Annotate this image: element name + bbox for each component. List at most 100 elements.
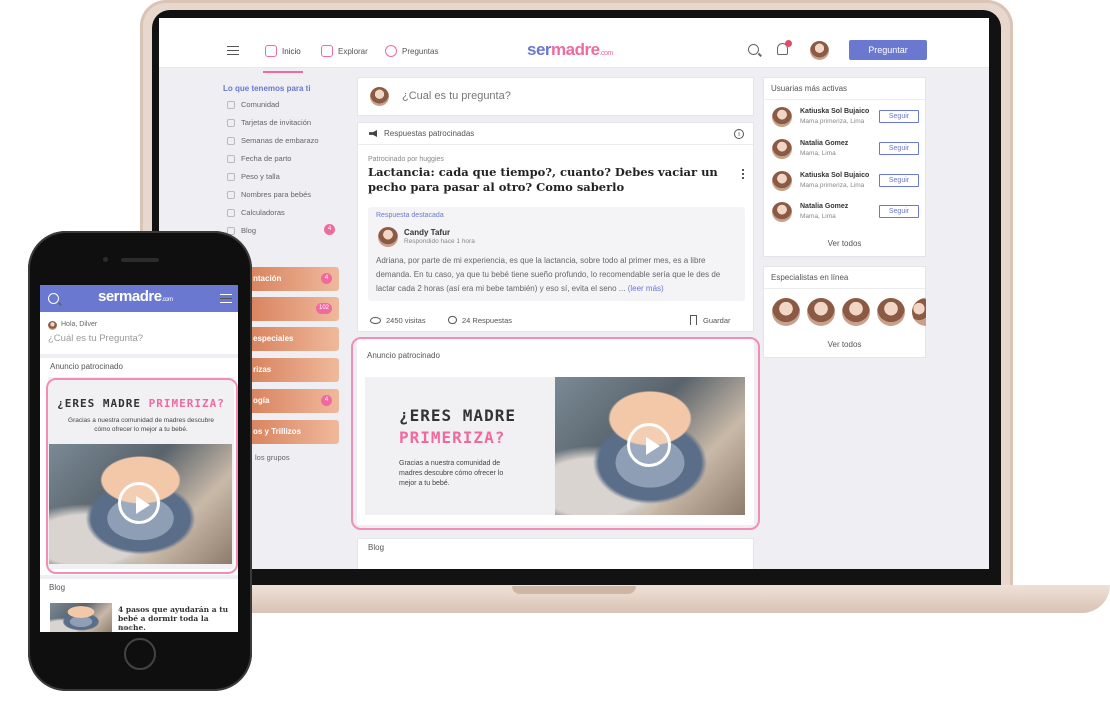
author-name[interactable]: Candy Tafur (404, 228, 450, 237)
nav-preguntas-label: Preguntas (402, 46, 439, 56)
specialist-avatar[interactable] (842, 298, 870, 326)
sidebar-item-semanas[interactable]: Semanas de embarazo (227, 136, 319, 145)
sidebar-item-comunidad[interactable]: Comunidad (227, 100, 279, 109)
group-card[interactable]: especiales (249, 327, 339, 351)
featured-answer: Respuesta destacada Candy Tafur Respondi… (368, 207, 745, 301)
logo-madre: madre (551, 40, 600, 59)
more-options-icon[interactable] (742, 169, 744, 179)
save-button[interactable]: Guardar (703, 316, 731, 325)
home-button[interactable] (124, 638, 156, 670)
follow-button[interactable]: Seguir (879, 110, 919, 123)
comment-icon (448, 316, 457, 324)
phone-camera (103, 257, 108, 262)
nav-explorar[interactable]: Explorar (321, 45, 368, 57)
group-badge: 4 (321, 273, 332, 284)
nav-inicio-label: Inicio (282, 46, 301, 56)
calendar-icon (227, 154, 235, 163)
user-name[interactable]: Katiuska Sol Bujaico (800, 172, 869, 179)
sidebar-item-tarjetas[interactable]: Tarjetas de invitación (227, 118, 311, 127)
user-avatar[interactable] (772, 139, 792, 159)
follow-button[interactable]: Seguir (879, 142, 919, 155)
nav-explorar-label: Explorar (338, 46, 368, 56)
follow-button[interactable]: Seguir (879, 174, 919, 187)
mobile-blog-title[interactable]: 4 pasos que ayudarán a tu bebé a dormir … (118, 605, 234, 632)
view-count: 2450 visitas (386, 316, 426, 325)
info-icon[interactable]: i (734, 129, 744, 139)
user-avatar[interactable] (772, 107, 792, 127)
user-name[interactable]: Natalia Gomez (800, 203, 848, 210)
mobile-blog-header: Blog (49, 583, 66, 592)
specialist-avatar[interactable] (877, 298, 905, 326)
user-avatar[interactable] (772, 171, 792, 191)
sidebar-item-label: Fecha de parto (241, 154, 292, 163)
sidebar-item-label: Peso y talla (241, 172, 280, 181)
home-icon (265, 45, 277, 57)
mobile-blog-tag: Bebé (118, 626, 133, 632)
group-badge: 102 (316, 303, 332, 314)
user-name[interactable]: Natalia Gomez (800, 140, 848, 147)
mobile-ad-highlight-frame (46, 378, 238, 574)
specialists-header: Especialistas en línea (771, 273, 849, 282)
group-card[interactable]: os y Trillizos (249, 420, 339, 444)
logo[interactable]: sermadre.com (527, 40, 613, 60)
specialist-avatar[interactable] (912, 298, 926, 326)
answer-count[interactable]: 24 Respuestas (462, 316, 512, 325)
answer-body: Adriana, por parte de mi experiencia, es… (376, 256, 721, 293)
explore-icon (321, 45, 333, 57)
post-title[interactable]: Lactancia: cada que tiempo?, cuanto? Deb… (368, 165, 718, 195)
sidebar-item-fecha[interactable]: Fecha de parto (227, 154, 291, 163)
user-name[interactable]: Katiuska Sol Bujaico (800, 108, 869, 115)
search-icon[interactable] (48, 293, 59, 304)
logo-ser: ser (527, 40, 552, 59)
group-label: ogía (253, 396, 270, 405)
mobile-blog-thumb[interactable] (50, 603, 112, 632)
see-all-specialists-link[interactable]: Ver todos (764, 340, 925, 349)
sidebar-item-label: Calculadoras (241, 208, 285, 217)
group-label: os y Trillizos (253, 427, 302, 436)
all-groups-link[interactable]: los grupos (255, 453, 290, 462)
sponsored-header: Respuestas patrocinadas (384, 129, 475, 138)
specialists-card: Especialistas en línea Ver todos (763, 266, 926, 358)
follow-button[interactable]: Seguir (879, 205, 919, 218)
menu-icon[interactable] (227, 46, 239, 55)
sidebar-item-blog[interactable]: Blog (227, 226, 256, 235)
sidebar-item-label: Nombres para bebés (241, 190, 312, 199)
sidebar-title: Lo que tenemos para ti (223, 84, 311, 93)
nav-inicio[interactable]: Inicio (263, 45, 303, 73)
question-avatar (370, 87, 389, 106)
sponsored-answers-card: Respuestas patrocinadas i Patrocinado po… (357, 122, 754, 332)
preguntar-button[interactable]: Preguntar (849, 40, 927, 60)
group-card[interactable]: rizas (249, 358, 339, 382)
ad-highlight-frame (351, 337, 760, 530)
top-nav: Inicio Explorar Preguntas sermadre.com P… (159, 18, 989, 73)
community-icon (227, 100, 235, 109)
user-location: Mama, Lima (800, 150, 836, 157)
user-avatar[interactable] (810, 41, 829, 60)
question-icon (385, 45, 397, 57)
mobile-question-input[interactable]: ¿Cuál es tu Pregunta? (48, 333, 143, 344)
user-location: Mama, Lima (800, 213, 836, 220)
divider (40, 354, 238, 358)
sidebar-item-calculadoras[interactable]: Calculadoras (227, 208, 285, 217)
read-more-link[interactable]: (leer más) (628, 284, 664, 293)
sidebar-item-peso[interactable]: Peso y talla (227, 172, 280, 181)
sidebar-item-label: Blog (241, 226, 257, 235)
megaphone-icon (369, 130, 377, 137)
laptop-screen: Inicio Explorar Preguntas sermadre.com P… (159, 18, 989, 569)
blog-section: Blog (357, 538, 754, 569)
specialist-avatar[interactable] (807, 298, 835, 326)
sidebar-item-nombres[interactable]: Nombres para bebés (227, 190, 311, 199)
mobile-logo[interactable]: sermadre.com (98, 288, 173, 305)
menu-icon[interactable] (220, 294, 232, 303)
featured-label: Respuesta destacada (376, 212, 444, 219)
question-box[interactable]: ¿Cual es tu pregunta? (357, 77, 754, 116)
search-icon[interactable] (748, 44, 759, 55)
group-label: ntación (253, 274, 282, 283)
specialist-avatar[interactable] (772, 298, 800, 326)
group-badge: 4 (321, 395, 332, 406)
see-all-users-link[interactable]: Ver todos (764, 239, 925, 248)
mobile-greeting: Hola, Dilver (61, 321, 98, 328)
nav-preguntas[interactable]: Preguntas (385, 45, 438, 57)
active-users-card: Usuarias más activas Katiuska Sol Bujaic… (763, 77, 926, 257)
user-avatar[interactable] (772, 202, 792, 222)
